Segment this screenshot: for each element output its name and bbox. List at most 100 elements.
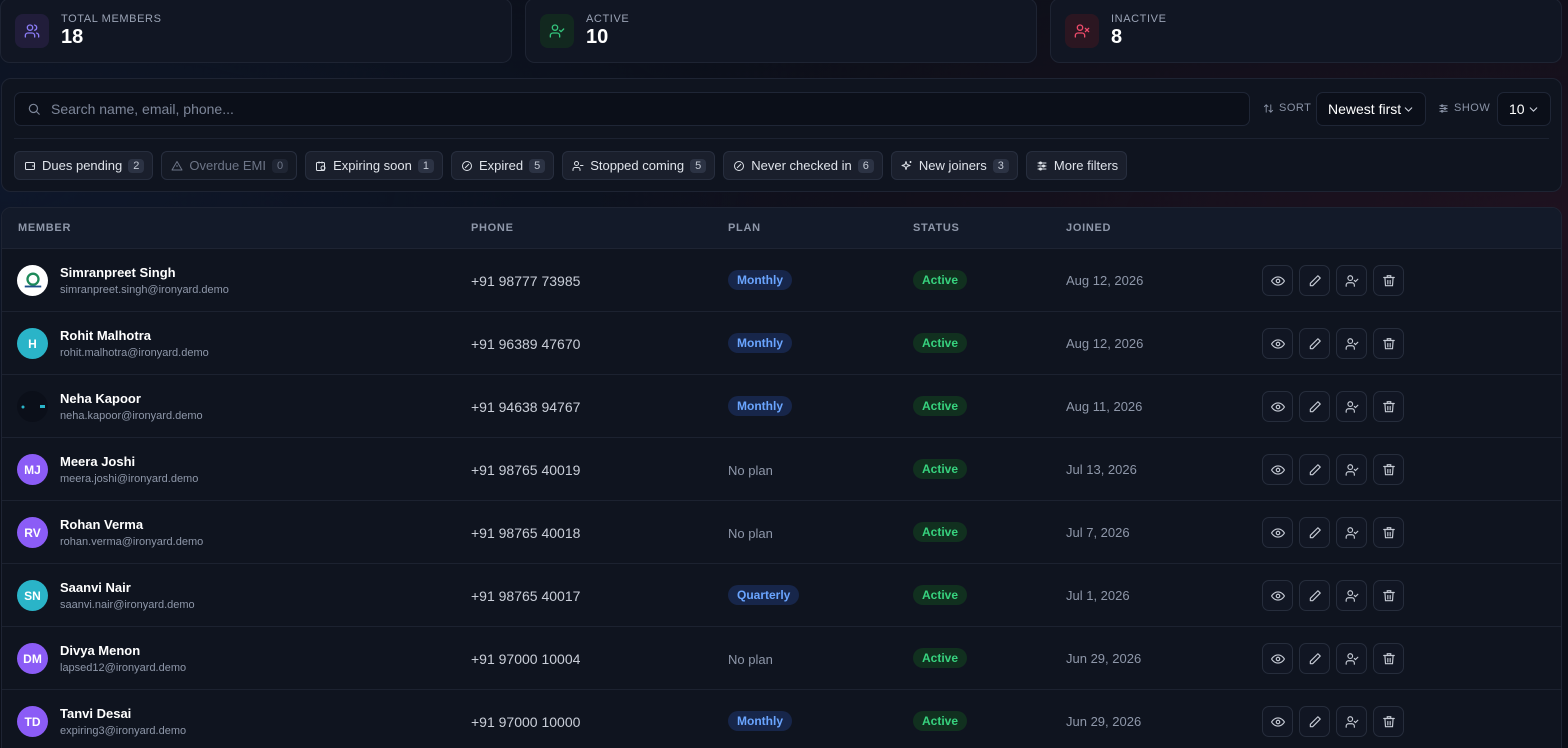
delete-button[interactable] [1373,580,1404,611]
table-row[interactable]: Neha Kapoor neha.kapoor@ironyard.demo +91 … [2,375,1561,438]
chip-never-checked-in[interactable]: Never checked in 6 [723,151,883,180]
table-row[interactable]: SN Saanvi Nair saanvi.nair@ironyard.demo +9… [2,564,1561,627]
check-in-button[interactable] [1336,391,1367,422]
chip-dues-pending[interactable]: Dues pending 2 [14,151,154,180]
pencil-icon [1308,526,1322,540]
eye-icon [1270,400,1285,414]
search-input[interactable] [51,101,1249,117]
view-button[interactable] [1262,706,1293,737]
view-button[interactable] [1262,580,1293,611]
edit-button[interactable] [1299,643,1330,674]
chip-expiring-soon[interactable]: Expiring soon 1 [305,151,443,180]
header-joined[interactable]: JOINED [1066,222,1111,234]
user-check-icon [1345,652,1359,666]
member-name[interactable]: Simranpreet Singh [60,265,176,280]
status-badge: Active [913,270,968,290]
table-row[interactable]: Simranpreet Singh simranpreet.singh@irony… [2,249,1561,312]
edit-button[interactable] [1299,454,1330,485]
delete-button[interactable] [1373,643,1404,674]
view-button[interactable] [1262,643,1293,674]
table-row[interactable]: DM Divya Menon lapsed12@ironyard.demo +91 9… [2,627,1561,690]
chip-stopped-coming[interactable]: Stopped coming 5 [562,151,716,180]
stat-value: 10 [586,25,609,48]
chip-new-joiners[interactable]: New joiners 3 [890,151,1018,180]
check-in-button[interactable] [1336,517,1367,548]
trash-icon [1382,400,1396,414]
view-button[interactable] [1262,328,1293,359]
edit-button[interactable] [1299,517,1330,548]
member-name[interactable]: Neha Kapoor [60,391,141,406]
sort-select[interactable]: Newest first [1316,92,1426,126]
status-badge: Active [913,522,968,542]
member-name[interactable]: Tanvi Desai [60,706,131,721]
delete-button[interactable] [1373,265,1404,296]
chip-expired[interactable]: Expired 5 [450,151,555,180]
member-name[interactable]: Rohan Verma [60,517,143,532]
check-in-button[interactable] [1336,265,1367,296]
user-check-icon [1345,337,1359,351]
view-button[interactable] [1262,454,1293,485]
chip-label: Expired [478,158,524,173]
search-box[interactable] [14,92,1250,126]
table-row[interactable]: TD Tanvi Desai expiring3@ironyard.demo +91 … [2,690,1561,748]
pencil-icon [1308,274,1322,288]
joined-date: Jul 13, 2026 [1066,462,1137,477]
view-button[interactable] [1262,517,1293,548]
view-button[interactable] [1262,265,1293,296]
header-member[interactable]: MEMBER [18,222,71,234]
search-icon [27,102,41,116]
header-phone[interactable]: PHONE [471,222,514,234]
check-in-button[interactable] [1336,580,1367,611]
delete-button[interactable] [1373,391,1404,422]
check-in-button[interactable] [1336,643,1367,674]
user-x-icon [1065,13,1099,48]
page-size-select[interactable]: 10 [1497,92,1551,126]
edit-button[interactable] [1299,328,1330,359]
chip-label: Never checked in [751,158,852,173]
avatar-initials: SN [24,588,41,603]
user-minus-icon [572,160,584,172]
stat-card-active: ACTIVE 10 [525,0,1037,63]
edit-button[interactable] [1299,706,1330,737]
edit-button[interactable] [1299,391,1330,422]
member-name[interactable]: Rohit Malhotra [60,328,151,343]
eye-icon [1270,715,1285,729]
member-name[interactable]: Meera Joshi [60,454,135,469]
member-phone: +91 98765 40019 [471,462,581,478]
header-plan[interactable]: PLAN [728,222,761,234]
chip-overdue-emi[interactable]: Overdue EMI 0 [161,151,298,180]
view-button[interactable] [1262,391,1293,422]
avatar: TD [17,706,48,737]
joined-date: Jul 1, 2026 [1066,588,1130,603]
table-row[interactable]: MJ Meera Joshi meera.joshi@ironyard.demo +9… [2,438,1561,501]
delete-button[interactable] [1373,706,1404,737]
row-actions [1262,328,1404,359]
delete-button[interactable] [1373,454,1404,485]
edit-button[interactable] [1299,580,1330,611]
check-in-button[interactable] [1336,706,1367,737]
check-in-button[interactable] [1336,454,1367,485]
member-name[interactable]: Divya Menon [60,643,140,658]
avatar: H [17,328,48,359]
trash-icon [1382,274,1396,288]
avatar: MJ [17,454,48,485]
table-row[interactable]: RV Rohan Verma rohan.verma@ironyard.demo +9… [2,501,1561,564]
table-row[interactable]: H Rohit Malhotra rohit.malhotra@ironyard.d… [2,312,1561,375]
user-check-icon [1345,274,1359,288]
avatar-initials: MJ [24,462,41,477]
status-badge: Active [913,459,968,479]
delete-button[interactable] [1373,517,1404,548]
show-label: SHOW [1438,102,1490,114]
edit-button[interactable] [1299,265,1330,296]
more-filters-button[interactable]: More filters [1025,151,1128,180]
member-phone: +91 96389 47670 [471,336,581,352]
status-badge: Active [913,396,968,416]
plan-badge: No plan [728,652,773,667]
delete-button[interactable] [1373,328,1404,359]
user-check-icon [1345,463,1359,477]
check-in-button[interactable] [1336,328,1367,359]
member-name[interactable]: Saanvi Nair [60,580,131,595]
show-label-text: SHOW [1454,102,1491,114]
filter-panel: SORT Newest first SHOW 10 Dues pending 2… [1,78,1562,192]
header-status[interactable]: STATUS [913,222,960,234]
